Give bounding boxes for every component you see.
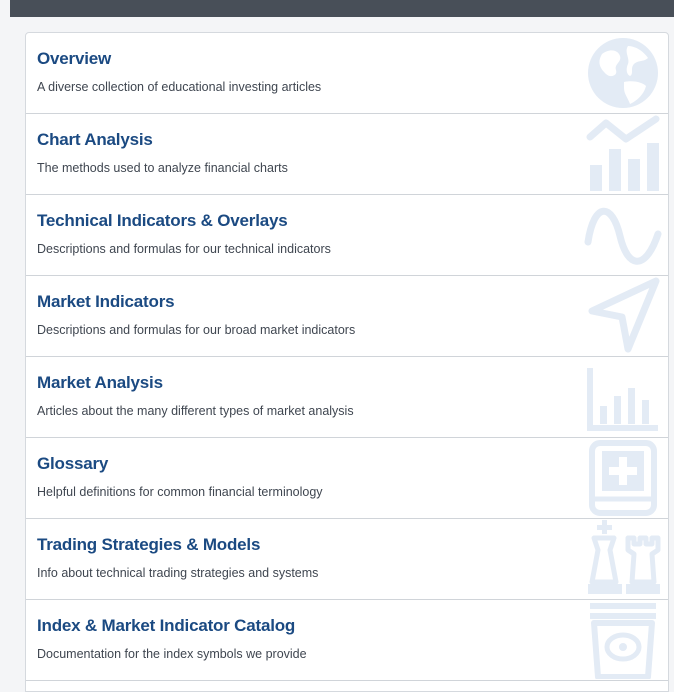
sine-wave-icon [584,196,662,274]
menu-item-market-analysis[interactable]: Market Analysis Articles about the many … [26,357,668,438]
item-description: A diverse collection of educational inve… [37,80,322,94]
item-title[interactable]: Overview [37,49,111,69]
menu-item-overview[interactable]: Overview A diverse collection of educati… [26,33,668,114]
menu-item-market-indicators[interactable]: Market Indicators Descriptions and formu… [26,276,668,357]
item-description: Articles about the many different types … [37,404,354,418]
catalog-box-icon [584,601,662,679]
menu-item-technical-indicators[interactable]: Technical Indicators & Overlays Descript… [26,195,668,276]
chart-bars-icon [584,358,662,436]
menu-item-glossary[interactable]: Glossary Helpful definitions for common … [26,438,668,519]
item-description: Info about technical trading strategies … [37,566,319,580]
item-title[interactable]: Chart Analysis [37,130,153,150]
item-description: Documentation for the index symbols we p… [37,647,307,661]
item-title[interactable]: Trading Strategies & Models [37,535,260,555]
item-description: The methods used to analyze financial ch… [37,161,288,175]
chess-pieces-icon [584,520,662,598]
navigation-arrow-icon [584,277,662,355]
item-description: Descriptions and formulas for our techni… [37,242,331,256]
item-description: Descriptions and formulas for our broad … [37,323,356,337]
item-description: Helpful definitions for common financial… [37,485,323,499]
top-bar [10,0,674,17]
menu-item-index-catalog[interactable]: Index & Market Indicator Catalog Documen… [26,600,668,681]
medical-book-icon [584,439,662,517]
item-title[interactable]: Market Indicators [37,292,175,312]
item-title[interactable]: Index & Market Indicator Catalog [37,616,295,636]
item-title[interactable]: Market Analysis [37,373,163,393]
menu-item-chart-analysis[interactable]: Chart Analysis The methods used to analy… [26,114,668,195]
education-menu-panel: Overview A diverse collection of educati… [25,32,669,692]
menu-item-trading-strategies[interactable]: Trading Strategies & Models Info about t… [26,519,668,600]
globe-icon [584,34,662,112]
bar-chart-trend-icon [584,115,662,193]
item-title[interactable]: Technical Indicators & Overlays [37,211,288,231]
item-title[interactable]: Glossary [37,454,108,474]
